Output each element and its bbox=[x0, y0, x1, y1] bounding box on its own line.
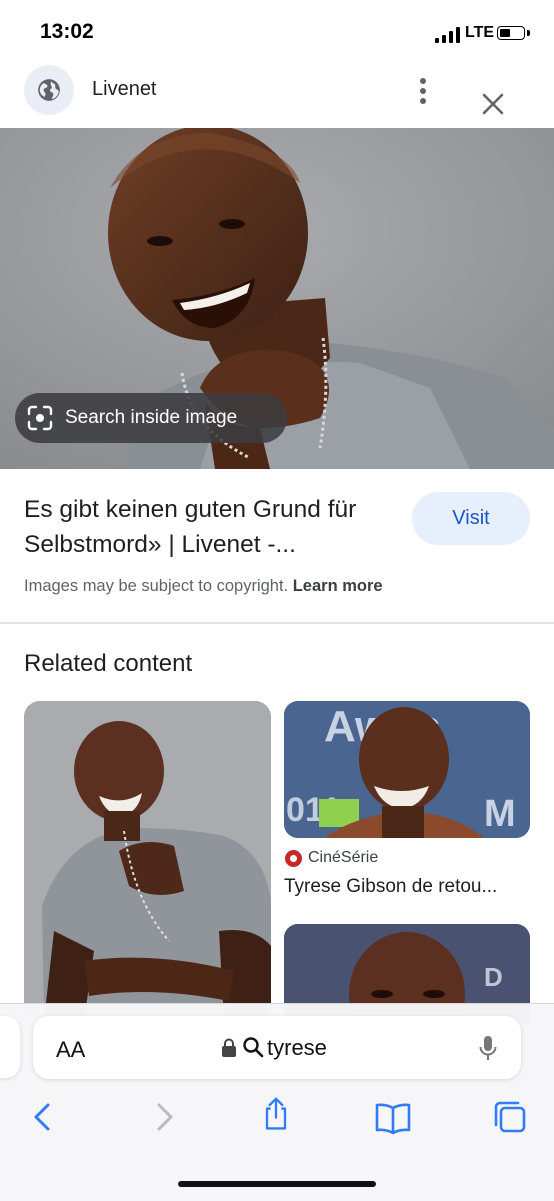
copyright-text: Images may be subject to copyright. bbox=[24, 577, 293, 595]
forward-icon[interactable] bbox=[146, 1099, 182, 1135]
previous-tab-peek[interactable] bbox=[0, 1016, 20, 1078]
bookmarks-icon[interactable] bbox=[375, 1100, 411, 1136]
lens-icon bbox=[27, 405, 53, 431]
more-vert-icon[interactable] bbox=[410, 74, 436, 108]
divider bbox=[0, 622, 554, 624]
close-icon[interactable] bbox=[479, 90, 507, 118]
svg-text:M: M bbox=[484, 793, 516, 835]
result-title[interactable]: Es gibt keinen guten Grund für Selbstmor… bbox=[24, 492, 394, 562]
search-icon bbox=[243, 1037, 264, 1058]
signal-icon bbox=[435, 27, 460, 43]
battery-icon bbox=[497, 26, 525, 40]
card-source: CinéSérie bbox=[308, 849, 379, 866]
card-title[interactable]: Tyrese Gibson de retou... bbox=[284, 876, 524, 898]
search-inside-image-button[interactable]: Search inside image bbox=[15, 393, 287, 443]
network-type: LTE bbox=[465, 24, 495, 41]
tabs-icon[interactable] bbox=[492, 1099, 528, 1135]
related-image-card[interactable] bbox=[24, 701, 271, 1021]
related-portrait-illustration bbox=[24, 701, 271, 1021]
back-icon[interactable] bbox=[25, 1099, 61, 1135]
url-text[interactable]: tyrese bbox=[267, 1035, 327, 1061]
site-favicon bbox=[24, 65, 74, 115]
mic-icon[interactable] bbox=[478, 1034, 498, 1062]
status-time: 13:02 bbox=[40, 20, 94, 43]
site-name[interactable]: Livenet bbox=[92, 78, 157, 101]
source-logo-icon bbox=[285, 850, 302, 867]
search-inside-image-label: Search inside image bbox=[65, 407, 238, 428]
globe-icon bbox=[38, 79, 60, 101]
share-icon[interactable] bbox=[258, 1096, 294, 1132]
battery-tip bbox=[527, 30, 530, 36]
visit-button[interactable]: Visit bbox=[412, 492, 530, 545]
home-indicator bbox=[178, 1181, 376, 1187]
lock-icon bbox=[222, 1038, 236, 1057]
related-photo-illustration: Awds 011 M bbox=[284, 701, 530, 838]
aa-label: AA bbox=[56, 1037, 86, 1062]
svg-text:D: D bbox=[484, 962, 503, 992]
page-settings-button[interactable]: AA bbox=[56, 1037, 85, 1063]
related-content-heading: Related content bbox=[24, 650, 193, 677]
copyright-notice: Images may be subject to copyright. Lear… bbox=[24, 577, 383, 596]
learn-more-link[interactable]: Learn more bbox=[293, 577, 383, 595]
related-image-card[interactable]: Awds 011 M bbox=[284, 701, 530, 838]
